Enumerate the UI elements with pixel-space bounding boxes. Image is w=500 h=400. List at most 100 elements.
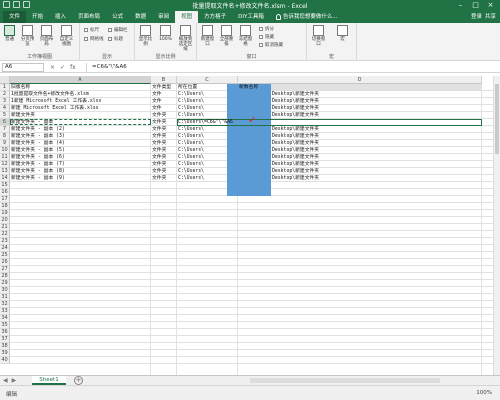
table-cell[interactable]: 新建文件夹 - 副本 (9) [10, 175, 150, 182]
cancel-icon[interactable]: × [50, 63, 55, 72]
row-header[interactable]: 16 [0, 189, 10, 196]
row-header[interactable]: 31 [0, 294, 10, 301]
table-cell[interactable]: 新建文件夹 [10, 112, 150, 119]
table-cell[interactable]: 新建文件夹 - 副本 (7) [10, 161, 150, 168]
row-header[interactable]: 5 [0, 112, 10, 119]
select-all-corner[interactable] [0, 76, 10, 84]
table-cell[interactable]: Desktop\新建文件夹 [238, 112, 481, 119]
table-cell[interactable]: C:\Users\ [177, 98, 237, 105]
row-header[interactable]: 10 [0, 147, 10, 154]
page-break-preview-button[interactable]: 分页预览 [20, 25, 35, 47]
tab-file[interactable]: 文件 [3, 11, 27, 23]
row-header[interactable]: 2 [0, 91, 10, 98]
table-cell[interactable]: 文件 [151, 91, 176, 98]
new-window-button[interactable]: 新建窗口 [200, 25, 215, 47]
row-header[interactable]: 23 [0, 238, 10, 245]
row-header[interactable]: 15 [0, 182, 10, 189]
table-cell[interactable]: 新建文件夹 - 副本 (8) [10, 168, 150, 175]
row-header[interactable]: 13 [0, 168, 10, 175]
table-cell[interactable]: C:\Users\ [177, 112, 237, 119]
row-header[interactable]: 29 [0, 280, 10, 287]
row-header[interactable]: 11 [0, 154, 10, 161]
table-cell[interactable]: 文件夹 [151, 161, 176, 168]
row-header[interactable]: 30 [0, 287, 10, 294]
table-cell[interactable]: 1批量提取文件名+修改文件名.xlsm [10, 91, 150, 98]
table-cell[interactable]: 文件夹 [151, 168, 176, 175]
row-header[interactable]: 32 [0, 301, 10, 308]
row-header[interactable]: 7 [0, 126, 10, 133]
freeze-panes-button[interactable]: 冻结窗格 [238, 25, 253, 47]
row-header[interactable]: 36 [0, 329, 10, 336]
table-cell[interactable]: 文件 [151, 98, 176, 105]
worksheet-grid[interactable]: ABCD 1 2 3 4 5 6 7 8 9 10 11 12 13 14 15 16 17 18 19 20 21 22… [0, 76, 493, 375]
zoom-button[interactable]: 显示比例 [138, 25, 153, 47]
table-cell[interactable]: 文件类型 [151, 84, 176, 91]
horizontal-scrollbar[interactable] [250, 378, 440, 383]
tab-insert[interactable]: 插入 [49, 11, 72, 23]
formula-bar-checkbox[interactable]: 编辑栏 [108, 27, 128, 33]
row-header[interactable]: 39 [0, 350, 10, 357]
table-cell[interactable]: C:\Users\ [177, 91, 237, 98]
insert-function-icon[interactable]: fx [70, 63, 76, 72]
tab-home[interactable]: 开始 [26, 11, 49, 23]
minimize-icon[interactable]: – [453, 0, 468, 10]
arrange-all-button[interactable]: 全部重排 [219, 25, 234, 47]
tab-page-layout[interactable]: 页面布局 [72, 11, 106, 23]
row-header[interactable]: 17 [0, 196, 10, 203]
table-cell[interactable]: Desktop\新建文件夹 [238, 161, 481, 168]
headings-checkbox[interactable]: 标题 [108, 36, 123, 42]
table-cell[interactable]: 新建文件夹 - 副本 (2) [10, 126, 150, 133]
table-cell[interactable]: Desktop\新建文件夹 [238, 98, 481, 105]
table-cell[interactable]: 文件夹 [151, 126, 176, 133]
share-button[interactable]: 共享 [485, 11, 496, 23]
table-cell[interactable]: Desktop\新建文件夹 [238, 154, 481, 161]
add-sheet-button[interactable]: + [74, 376, 83, 385]
tab-data[interactable]: 数据 [129, 11, 152, 23]
table-cell[interactable]: 新建文件夹 - 副本 (6) [10, 154, 150, 161]
table-cell[interactable]: 所在位置 [177, 84, 237, 91]
table-cell[interactable]: 新建文件夹 - 副本 (4) [10, 140, 150, 147]
prev-sheet-icon[interactable]: ◀ [3, 377, 8, 385]
table-cell[interactable]: Desktop\新建文件夹 [238, 126, 481, 133]
table-cell[interactable]: C:\Users\ [177, 126, 237, 133]
table-cell[interactable]: Desktop\新建文件夹 [238, 105, 481, 112]
row-header[interactable]: 1 [0, 84, 10, 91]
table-cell[interactable]: 新数名称 [238, 84, 482, 91]
table-cell[interactable]: 文件夹 [151, 147, 176, 154]
hide-button[interactable]: 隐藏 [259, 34, 274, 40]
row-header[interactable]: 12 [0, 161, 10, 168]
table-cell[interactable]: C:\Users\ [177, 133, 237, 140]
row-header[interactable]: 18 [0, 203, 10, 210]
table-cell[interactable]: Desktop\新建文件夹 [238, 91, 481, 98]
macros-button[interactable]: 宏 [335, 25, 350, 42]
row-header[interactable]: 25 [0, 252, 10, 259]
row-header[interactable]: 26 [0, 259, 10, 266]
row-header[interactable]: 6 [0, 119, 10, 126]
row-header[interactable]: 33 [0, 308, 10, 315]
page-layout-view-button[interactable]: 页面布局 [39, 25, 54, 47]
table-cell[interactable]: 文件夹 [151, 119, 176, 126]
name-box[interactable]: A6 [2, 63, 44, 72]
table-cell[interactable]: C:\Users\ [177, 161, 237, 168]
table-cell[interactable]: 文件夹 [151, 112, 176, 119]
row-header[interactable]: 21 [0, 224, 10, 231]
split-button[interactable]: 拆分 [259, 26, 274, 32]
table-cell[interactable]: C:\Users\ [177, 175, 237, 182]
custom-views-button[interactable]: 自定义视图 [59, 25, 74, 47]
tab-fangfangezi[interactable]: 方方格子 [198, 11, 232, 23]
row-header[interactable]: 37 [0, 336, 10, 343]
row-header[interactable]: 20 [0, 217, 10, 224]
table-cell[interactable]: 文件夹 [151, 133, 176, 140]
gridlines-checkbox[interactable]: 网格线 [84, 36, 104, 42]
row-header[interactable]: 38 [0, 343, 10, 350]
table-cell[interactable]: 新建 Microsoft Excel 工作表.xlsx [10, 105, 150, 112]
row-header[interactable]: 22 [0, 231, 10, 238]
row-header[interactable]: 9 [0, 140, 10, 147]
row-header[interactable]: 27 [0, 266, 10, 273]
table-cell[interactable]: Desktop\新建文件夹 [238, 175, 481, 182]
formula-input[interactable]: =C6&"\"&A6 [86, 63, 496, 72]
table-cell[interactable]: C:\Users\ [177, 140, 237, 147]
table-cell[interactable]: 1新建 Microsoft Excel 工作表.xlsx [10, 98, 150, 105]
row-header[interactable]: 8 [0, 133, 10, 140]
normal-view-button[interactable]: 普通 [2, 25, 17, 42]
